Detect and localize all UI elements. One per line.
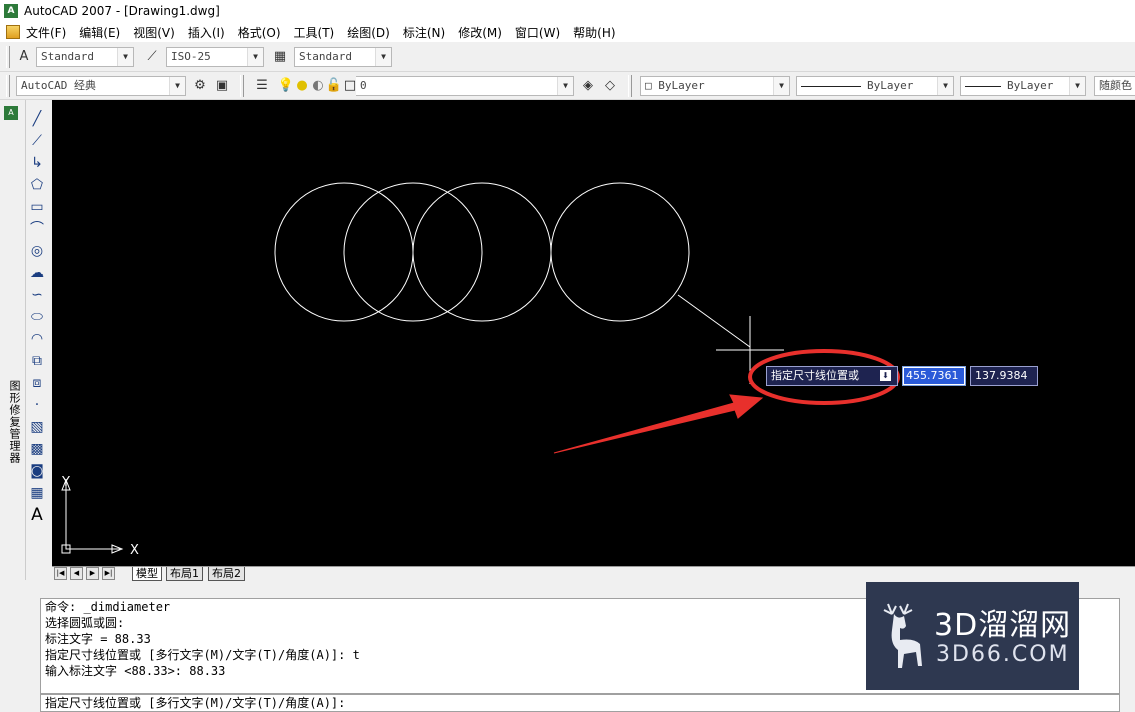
menu-file[interactable]: 文件(F) [26, 24, 73, 41]
ellipse-arc-icon[interactable]: ◠ [27, 328, 47, 350]
dynamic-input-prompt: 指定尺寸线位置或 ⬇ [766, 366, 898, 386]
menu-modify[interactable]: 修改(M) [458, 24, 509, 41]
prev-tab-icon[interactable]: ◀ [70, 567, 83, 580]
plotstyle-select[interactable]: 随颜色 [1094, 76, 1135, 96]
menu-edit[interactable]: 编辑(E) [79, 24, 127, 41]
window-title: AutoCAD 2007 - [Drawing1.dwg] [24, 4, 220, 18]
insert-block-icon[interactable]: ⧉ [27, 350, 47, 372]
menu-draw[interactable]: 绘图(D) [347, 24, 397, 41]
revision-cloud-icon[interactable]: ☁ [27, 262, 47, 284]
lineweight-select[interactable]: ByLayer ▼ [960, 76, 1086, 96]
chevron-down-icon: ▼ [937, 77, 953, 95]
circle-icon[interactable]: ◎ [27, 240, 47, 262]
left-side-panel: A 图形修复管理器 [0, 100, 26, 580]
workspace-save-icon[interactable]: ▣ [212, 76, 232, 96]
mtext-icon[interactable]: A [27, 504, 47, 526]
linetype-select[interactable]: ByLayer ▼ [796, 76, 954, 96]
next-tab-icon[interactable]: ▶ [86, 567, 99, 580]
toolbar-grip[interactable] [6, 75, 10, 97]
title-bar: A AutoCAD 2007 - [Drawing1.dwg] [0, 0, 1135, 22]
chevron-down-icon: ▼ [247, 48, 263, 66]
drawing-recovery-manager-label[interactable]: 图形修复管理器 [6, 380, 22, 464]
chevron-down-icon: ▼ [1069, 77, 1085, 95]
line-sample [965, 85, 1001, 87]
document-icon[interactable] [6, 25, 20, 39]
color-select[interactable]: □ ByLayer ▼ [640, 76, 790, 96]
menu-help[interactable]: 帮助(H) [573, 24, 622, 41]
gradient-icon[interactable]: ▩ [27, 438, 47, 460]
menu-window[interactable]: 窗口(W) [515, 24, 567, 41]
layer-select[interactable]: 0 ▼ [356, 76, 574, 96]
hatch-icon[interactable]: ▧ [27, 416, 47, 438]
workspace-select[interactable]: AutoCAD 经典 ▼ [16, 76, 186, 96]
drawing-canvas[interactable]: X Y 指定尺寸线位置或 ⬇ 455.7361 137.9384 [52, 100, 1135, 566]
chevron-down-icon: ▼ [375, 48, 391, 66]
annotation-arrow [553, 394, 764, 454]
chevron-down-icon: ▼ [169, 77, 185, 95]
menu-dimension[interactable]: 标注(N) [403, 24, 452, 41]
chevron-down-icon: ▼ [557, 77, 573, 95]
watermark-domain: 3D66.COM [936, 642, 1070, 667]
layer-previous-icon[interactable]: ◇ [600, 76, 620, 96]
color-swatch-icon: □ [645, 79, 659, 92]
tab-layout1[interactable]: 布局1 [166, 567, 203, 581]
menu-bar: 文件(F) 编辑(E) 视图(V) 插入(I) 格式(O) 工具(T) 绘图(D… [0, 22, 1135, 42]
menu-format[interactable]: 格式(O) [238, 24, 288, 41]
last-tab-icon[interactable]: ▶| [102, 567, 115, 580]
watermark: 3D溜溜网 3D66.COM [866, 582, 1079, 690]
dim-style-select[interactable]: ISO-25 ▼ [166, 47, 264, 67]
menu-insert[interactable]: 插入(I) [188, 24, 232, 41]
polygon-icon[interactable]: ⬠ [27, 174, 47, 196]
ucs-axes [65, 482, 120, 550]
make-object-layer-current-icon[interactable]: ◈ [578, 76, 598, 96]
dimension-leader-line [677, 294, 751, 348]
first-tab-icon[interactable]: |◀ [54, 567, 67, 580]
ucs-x-label: X [130, 543, 139, 558]
point-icon[interactable]: · [27, 394, 47, 416]
layer-manager-icon[interactable]: ☰ [252, 76, 272, 96]
canvas-drawing: X Y [61, 182, 900, 558]
down-arrow-icon[interactable]: ⬇ [880, 370, 891, 381]
styles-toolbar: A Standard ▼ ⟋ ISO-25 ▼ ▦ Standard ▼ [0, 42, 1135, 72]
dim-style-icon[interactable]: ⟋ [142, 47, 162, 67]
text-style-icon[interactable]: A [14, 47, 34, 67]
line-sample [801, 85, 861, 87]
dynamic-input-value-y[interactable]: 137.9384 [970, 366, 1038, 386]
circle-4[interactable] [550, 182, 690, 322]
spline-icon[interactable]: ∽ [27, 284, 47, 306]
polyline-icon[interactable]: ↳ [27, 152, 47, 174]
ucs-y-label: Y [61, 475, 70, 490]
watermark-brand: 3D溜溜网 [934, 608, 1072, 643]
chevron-down-icon: ▼ [773, 77, 789, 95]
text-style-select[interactable]: Standard ▼ [36, 47, 134, 67]
table-style-icon[interactable]: ▦ [270, 47, 290, 67]
rectangle-icon[interactable]: ▭ [27, 196, 47, 218]
draw-toolbar: ╱ ⟋ ↳ ⬠ ▭ ⌒ ◎ ☁ ∽ ⬭ ◠ ⧉ ⧈ · ▧ ▩ ◙ ▦ A [27, 108, 49, 526]
layout-tab-bar: |◀ ◀ ▶ ▶| 模型 布局1 布局2 [52, 566, 1135, 581]
tab-layout2[interactable]: 布局2 [208, 567, 245, 581]
table-icon[interactable]: ▦ [27, 482, 47, 504]
command-input[interactable]: 指定尺寸线位置或 [多行文字(M)/文字(T)/角度(A)]: [40, 694, 1120, 712]
layers-toolbar: AutoCAD 经典 ▼ ⚙ ▣ ☰ 💡 ● ◐ 🔓 □ 0 ▼ ◈ ◇ □ ByL… [0, 72, 1135, 100]
toolbar-grip[interactable] [628, 75, 632, 97]
table-style-select[interactable]: Standard ▼ [294, 47, 392, 67]
toolbar-grip[interactable] [6, 46, 10, 68]
construction-line-icon[interactable]: ⟋ [27, 130, 47, 152]
toolbar-grip[interactable] [240, 75, 244, 97]
menu-tools[interactable]: 工具(T) [294, 24, 342, 41]
region-icon[interactable]: ◙ [27, 460, 47, 482]
deer-logo-icon [883, 603, 922, 668]
autocad-logo-icon: A [4, 106, 18, 120]
tab-model[interactable]: 模型 [132, 567, 162, 581]
dynamic-input-value-x[interactable]: 455.7361 [902, 366, 966, 386]
workspace-settings-icon[interactable]: ⚙ [190, 76, 210, 96]
arc-icon[interactable]: ⌒ [27, 218, 47, 240]
ellipse-icon[interactable]: ⬭ [27, 306, 47, 328]
autocad-logo-icon: A [4, 4, 18, 18]
make-block-icon[interactable]: ⧈ [27, 372, 47, 394]
line-icon[interactable]: ╱ [27, 108, 47, 130]
chevron-down-icon: ▼ [117, 48, 133, 66]
menu-view[interactable]: 视图(V) [133, 24, 182, 41]
